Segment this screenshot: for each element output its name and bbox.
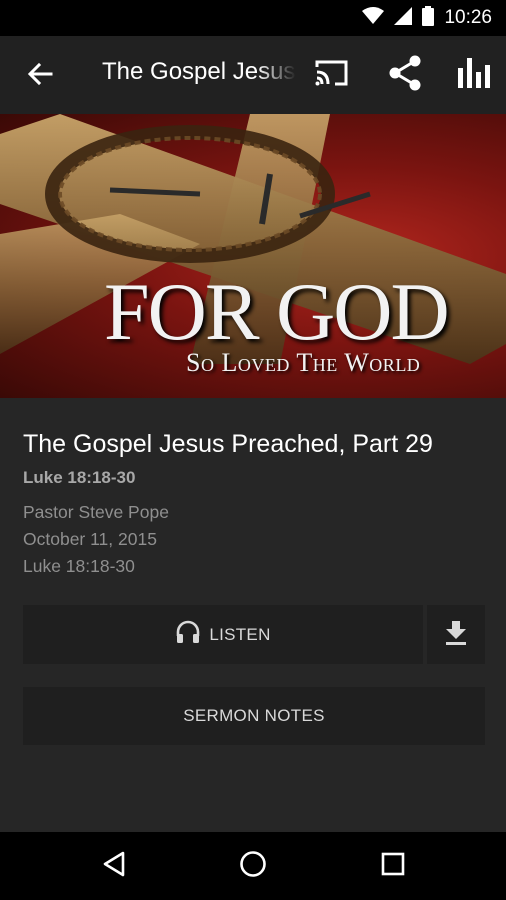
- nav-back-icon: [102, 851, 126, 882]
- sermon-scripture: Luke 18:18-30: [23, 468, 136, 487]
- nav-back-button[interactable]: [94, 846, 134, 886]
- nav-home-icon: [239, 850, 267, 883]
- artwork-subheadline: So Loved The World: [186, 348, 421, 377]
- artwork-headline: FOR GOD: [104, 266, 450, 357]
- share-button[interactable]: [383, 53, 427, 97]
- nav-home-button[interactable]: [233, 846, 273, 886]
- bar-chart-icon: [458, 57, 490, 93]
- battery-icon: [422, 5, 435, 31]
- listen-button[interactable]: LISTEN: [23, 605, 423, 664]
- nav-recents-icon: [381, 852, 405, 881]
- cell-signal-icon: [394, 6, 413, 30]
- download-button[interactable]: [427, 605, 485, 664]
- download-icon: [443, 619, 469, 650]
- share-icon: [388, 55, 422, 96]
- sermon-details: The Gospel Jesus Preached, Part 29 Luke …: [0, 398, 506, 832]
- sermon-speaker: Pastor Steve Pope: [23, 502, 169, 522]
- sermon-passage: Luke 18:18-30: [23, 556, 135, 576]
- sermon-notes-button[interactable]: SERMON NOTES: [23, 687, 485, 745]
- system-nav-bar: [0, 832, 506, 900]
- status-bar: 10:26: [0, 0, 506, 36]
- page-title: The Gospel Jesus Preached, Part 29: [102, 58, 296, 85]
- status-time: 10:26: [444, 7, 492, 28]
- listen-label: LISTEN: [209, 624, 271, 644]
- cast-icon: [315, 59, 349, 92]
- nav-recents-button[interactable]: [373, 846, 413, 886]
- cast-button[interactable]: [310, 53, 354, 97]
- wifi-icon: [362, 6, 385, 30]
- arrow-back-icon: [27, 62, 53, 91]
- back-button[interactable]: [20, 56, 60, 96]
- sermon-date: October 11, 2015: [23, 529, 157, 549]
- sermon-title: The Gospel Jesus Preached, Part 29: [23, 430, 433, 458]
- app-bar: The Gospel Jesus Preached, Part 29: [0, 36, 506, 114]
- headphones-icon: [175, 620, 201, 649]
- stats-button[interactable]: [452, 53, 496, 97]
